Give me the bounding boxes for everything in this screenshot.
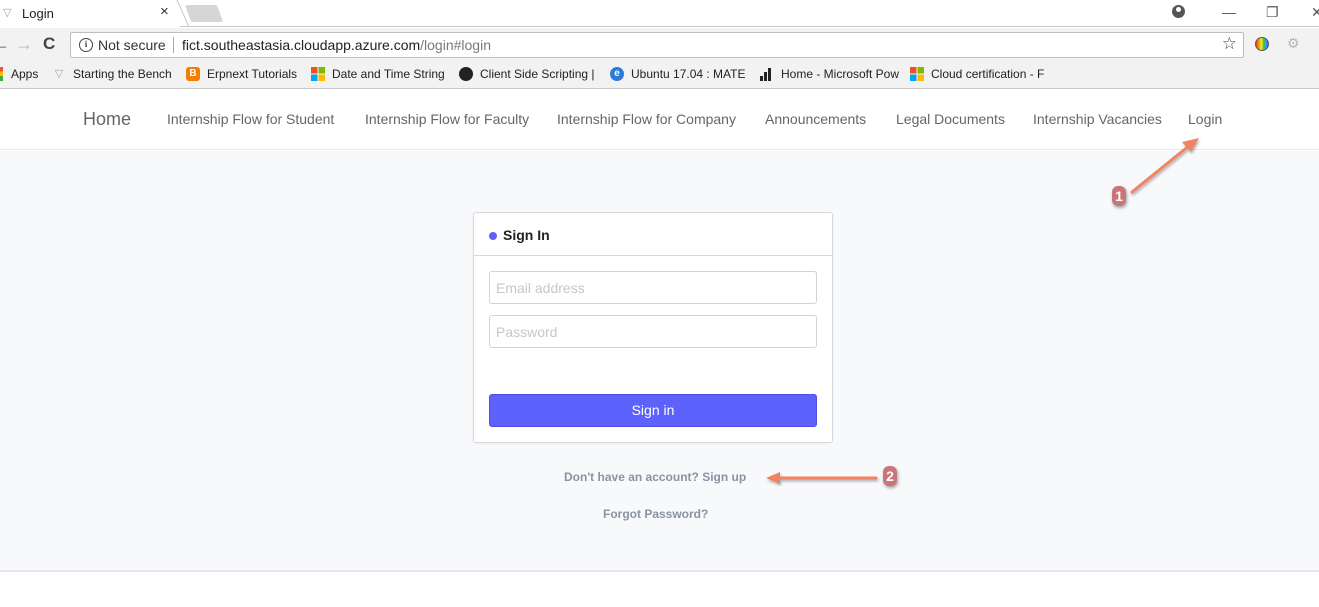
microsoft-icon: [311, 67, 325, 81]
nav-home[interactable]: Home: [83, 109, 131, 130]
extension-gear-icon[interactable]: ⚙: [1287, 35, 1300, 52]
new-tab-button[interactable]: [184, 5, 224, 22]
forward-button[interactable]: →: [15, 34, 33, 54]
url-host: fict.southeastasia.cloudapp.azure.com: [182, 37, 421, 53]
bookmark-label: Ubuntu 17.04 : MATE: [631, 67, 746, 81]
bookmark-starting-the-bench[interactable]: ▽ Starting the Bench: [52, 67, 172, 81]
nav-legal-documents[interactable]: Legal Documents: [896, 111, 1005, 127]
tab-close-icon[interactable]: ×: [160, 4, 169, 20]
signin-button[interactable]: Sign in: [489, 394, 817, 427]
page-favicon-icon: ▽: [3, 7, 12, 19]
annotation-badge-1: 1: [1112, 186, 1126, 206]
bookmark-label: Home - Microsoft Pow: [781, 67, 900, 81]
ie-icon: e: [610, 67, 624, 81]
nav-login[interactable]: Login: [1188, 111, 1222, 127]
bookmark-date-time-string[interactable]: Date and Time String: [311, 67, 445, 81]
info-icon[interactable]: i: [79, 38, 93, 52]
password-field[interactable]: [489, 315, 817, 348]
bookmark-cloud-certification[interactable]: Cloud certification - F: [910, 67, 1044, 81]
address-bar[interactable]: i Not secure fict.southeastasia.cloudapp…: [70, 32, 1244, 58]
security-label: Not secure: [98, 37, 166, 53]
bookmark-microsoft-power-bi[interactable]: Home - Microsoft Pow: [760, 67, 899, 81]
bookmark-client-side-scripting[interactable]: Client Side Scripting |: [459, 67, 595, 81]
bookmark-label: Erpnext Tutorials: [207, 67, 298, 81]
extension-tv-icon[interactable]: [1255, 37, 1269, 51]
nav-internship-flow-faculty[interactable]: Internship Flow for Faculty: [365, 111, 529, 127]
nav-internship-flow-company[interactable]: Internship Flow for Company: [557, 111, 736, 127]
nav-internship-flow-student[interactable]: Internship Flow for Student: [167, 111, 334, 127]
forgot-password-link[interactable]: Forgot Password?: [603, 507, 708, 521]
tab-title: Login: [22, 6, 54, 21]
nav-announcements[interactable]: Announcements: [765, 111, 866, 127]
bookmark-ubuntu-mate[interactable]: e Ubuntu 17.04 : MATE: [610, 67, 746, 81]
back-button[interactable]: ←: [0, 34, 10, 54]
browser-toolbar: ← → C i Not secure fict.southeastasia.cl…: [0, 28, 1319, 62]
bookmark-label: Cloud certification - F: [931, 67, 1045, 81]
url-path: /login#login: [420, 37, 491, 53]
email-field[interactable]: [489, 271, 817, 304]
bookmark-label: Apps: [11, 67, 39, 81]
bookmark-apps[interactable]: Apps: [0, 67, 38, 81]
address-divider: [173, 37, 174, 53]
bench-icon: ▽: [54, 68, 64, 80]
blogger-icon: B: [186, 67, 200, 81]
powerbi-icon: [760, 67, 774, 81]
minimize-button[interactable]: —: [1222, 3, 1236, 21]
signup-link[interactable]: Don't have an account? Sign up: [564, 470, 746, 484]
bookmark-label: Client Side Scripting |: [480, 67, 595, 81]
apps-icon: [0, 67, 3, 81]
signin-card-header: Sign In: [474, 213, 832, 256]
bookmark-label: Date and Time String: [332, 67, 445, 81]
close-window-button[interactable]: ✕: [1311, 3, 1319, 21]
nav-internship-vacancies[interactable]: Internship Vacancies: [1033, 111, 1162, 127]
signin-title: Sign In: [503, 227, 550, 243]
main-content: Sign In Sign in Don't have an account? S…: [0, 151, 1319, 572]
restore-button[interactable]: ❐: [1266, 3, 1279, 21]
bookmark-star-icon[interactable]: ☆: [1222, 34, 1237, 54]
github-icon: [459, 67, 473, 81]
status-dot-icon: [489, 232, 497, 240]
profile-icon[interactable]: [1172, 5, 1185, 18]
bookmarks-bar: Apps ▽ Starting the Bench B Erpnext Tuto…: [0, 62, 1319, 89]
url-text[interactable]: fict.southeastasia.cloudapp.azure.com/lo…: [182, 37, 491, 53]
site-navbar: Home Internship Flow for Student Interns…: [0, 90, 1319, 150]
bookmark-erpnext-tutorials[interactable]: B Erpnext Tutorials: [186, 67, 297, 81]
signin-card: Sign In Sign in: [473, 212, 833, 443]
browser-tabstrip: ▽ Login × — ❐ ✕: [0, 0, 1319, 27]
bookmark-label: Starting the Bench: [73, 67, 172, 81]
annotation-badge-2: 2: [883, 466, 897, 486]
microsoft-icon: [910, 67, 924, 81]
browser-tab[interactable]: ▽ Login ×: [0, 0, 180, 27]
reload-button[interactable]: C: [43, 34, 55, 54]
